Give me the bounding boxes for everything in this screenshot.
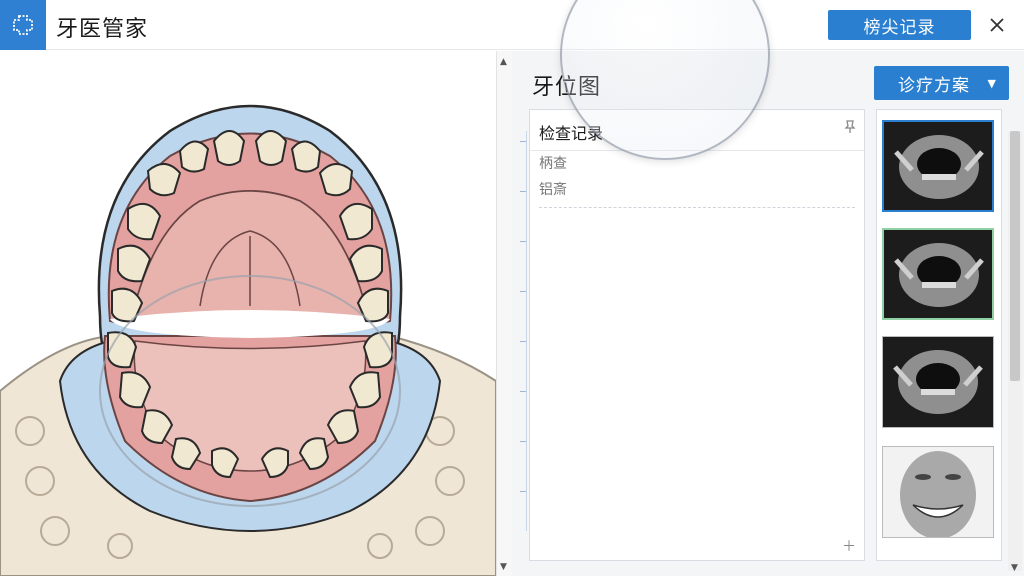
close-icon[interactable] — [984, 12, 1010, 38]
treatment-plan-dropdown[interactable]: 诊疗方案 ▼ — [874, 66, 1009, 100]
exam-record-panel: 检查记录 柄查 铝斎 ＋ — [529, 109, 865, 561]
list-item[interactable]: 柄查 — [539, 151, 855, 177]
exam-record-header: 检查记录 — [539, 124, 604, 143]
photo-thumbnails — [876, 109, 1002, 561]
divider — [539, 207, 855, 208]
left-scrollbar[interactable]: ▲ ▼ — [496, 51, 512, 576]
thumbnail-intraoral-3[interactable] — [882, 336, 994, 428]
thumbnail-intraoral-1[interactable] — [882, 120, 994, 212]
treatment-plan-label: 诊疗方案 — [898, 75, 970, 96]
list-item[interactable]: 铝斎 — [539, 177, 855, 203]
title-bar: 牙医管家 榜尖记录 — [0, 0, 1024, 50]
tooth-logo-icon — [0, 0, 46, 50]
right-scrollbar[interactable]: ▼ — [1008, 131, 1022, 573]
ruler — [515, 131, 527, 531]
pin-icon[interactable] — [844, 119, 856, 138]
save-record-button[interactable]: 榜尖记录 — [828, 10, 971, 40]
dental-chart-panel[interactable] — [0, 51, 496, 576]
tooth-position-panel: 牙位图 诊疗方案 ▼ 检查记录 柄查 铝斎 ＋ ▼ — [512, 51, 1024, 576]
plus-icon[interactable]: ＋ — [842, 536, 856, 556]
dental-arch-illustration[interactable] — [0, 51, 496, 576]
scroll-down-icon[interactable]: ▼ — [1011, 563, 1018, 573]
thumbnail-intraoral-2[interactable] — [882, 228, 994, 320]
chevron-down-icon: ▼ — [987, 77, 997, 90]
section-title: 牙位图 — [532, 75, 602, 100]
app-title: 牙医管家 — [56, 17, 149, 42]
scroll-up-icon[interactable]: ▲ — [500, 57, 507, 67]
scroll-down-icon[interactable]: ▼ — [500, 562, 507, 572]
exam-record-list: 柄查 铝斎 — [530, 150, 864, 208]
thumbnail-face-smile[interactable] — [882, 446, 994, 538]
scroll-thumb[interactable] — [1010, 131, 1020, 381]
